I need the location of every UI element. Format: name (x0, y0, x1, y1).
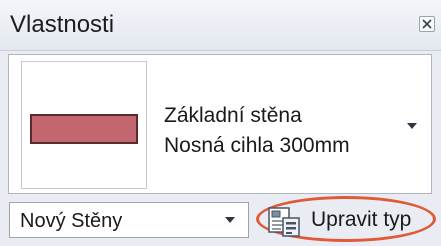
panel-titlebar: Vlastnosti (0, 0, 441, 51)
type-preview (21, 61, 147, 189)
wall-swatch (30, 114, 138, 144)
close-icon (422, 19, 432, 29)
instance-filter-select[interactable]: Nový Stěny (9, 202, 249, 238)
type-selector[interactable]: Základní stěna Nosná cihla 300mm (8, 54, 432, 194)
close-button[interactable] (419, 16, 435, 32)
edit-type-label: Upravit typ (311, 208, 412, 231)
instance-row: Nový Stěny Upravit typ (0, 196, 441, 246)
edit-type-icon (268, 207, 300, 237)
chevron-down-icon[interactable] (405, 121, 419, 131)
type-description: Základní stěna Nosná cihla 300mm (164, 101, 350, 161)
chevron-down-icon (225, 217, 235, 223)
edit-type-button[interactable]: Upravit typ (256, 196, 436, 242)
type-family-label: Základní stěna (164, 104, 302, 127)
panel-title: Vlastnosti (10, 11, 115, 38)
properties-palette: Vlastnosti Základní stěna Nosná cihla 30… (0, 0, 441, 246)
instance-filter-value: Nový Stěny (20, 210, 123, 232)
type-name-label: Nosná cihla 300mm (164, 134, 350, 157)
